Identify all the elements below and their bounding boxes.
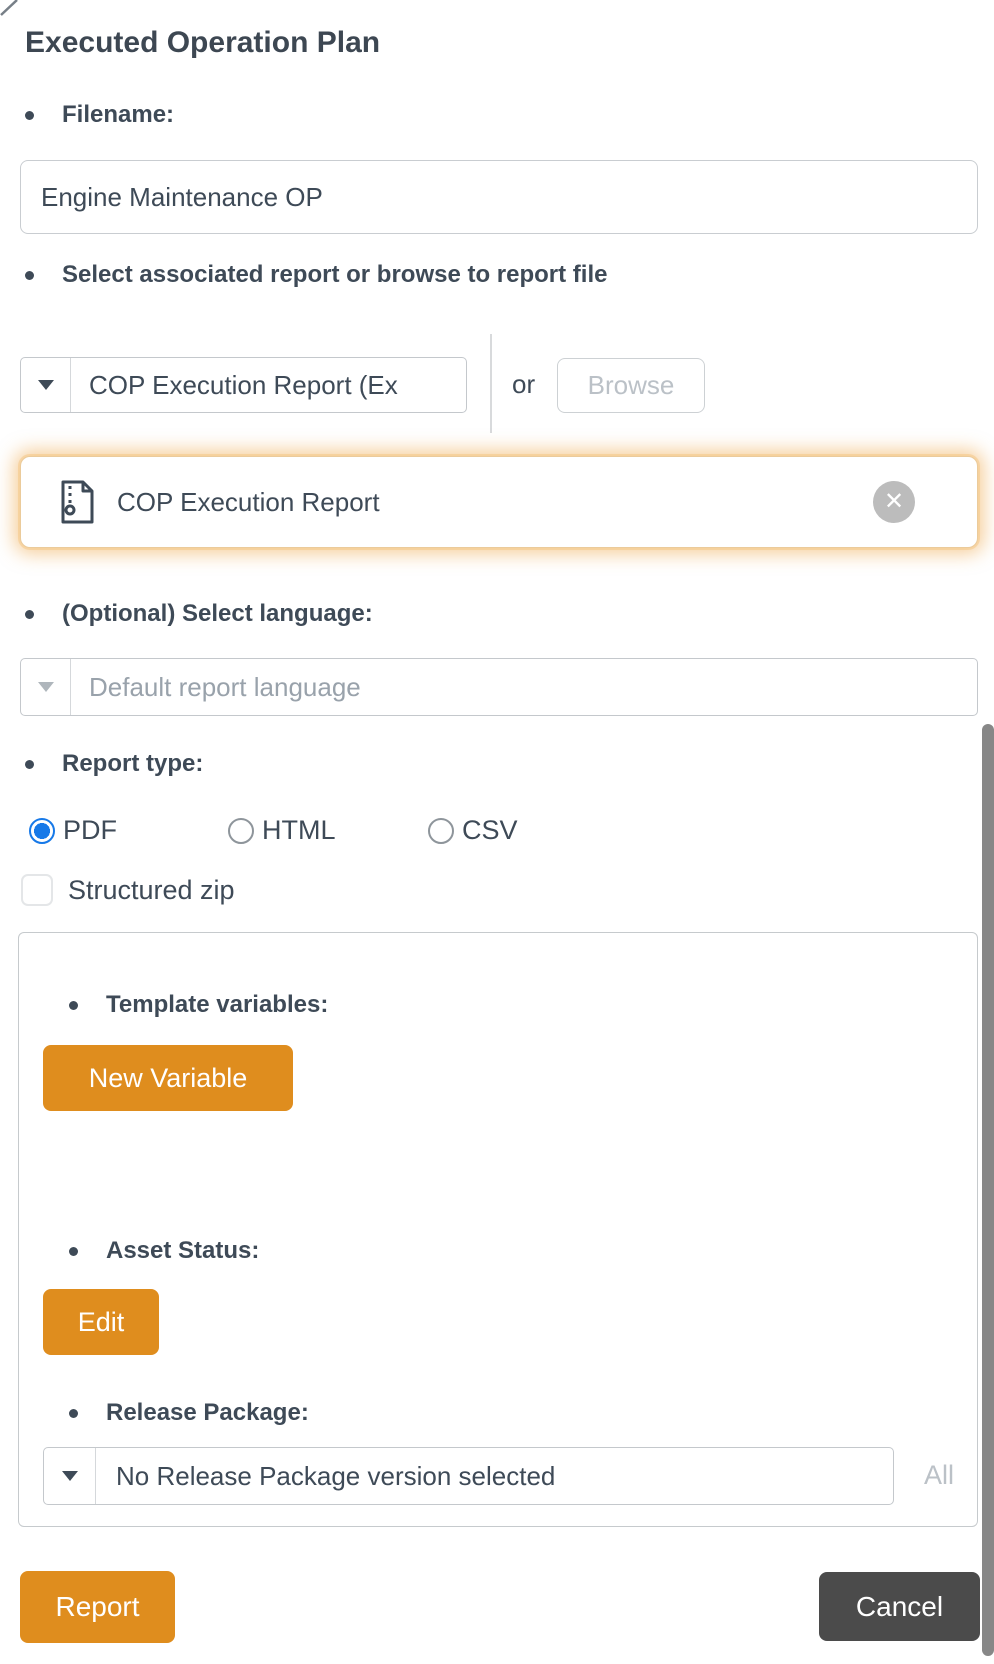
browse-button[interactable]: Browse bbox=[557, 358, 705, 413]
language-placeholder: Default report language bbox=[71, 659, 977, 715]
radio-csv[interactable]: CSV bbox=[428, 815, 518, 846]
triangle-down-glyph bbox=[62, 1471, 78, 1481]
page-title: Executed Operation Plan bbox=[25, 26, 380, 60]
radio-html[interactable]: HTML bbox=[228, 815, 336, 846]
bullet-icon bbox=[69, 1001, 78, 1010]
edit-asset-status-button[interactable]: Edit bbox=[43, 1289, 159, 1355]
associated-report-selected-value: COP Execution Report (Ex bbox=[71, 358, 466, 412]
report-type-label: Report type: bbox=[62, 750, 203, 778]
filename-input[interactable] bbox=[20, 160, 978, 234]
radio-pdf[interactable]: PDF bbox=[29, 815, 117, 846]
executed-operation-plan-dialog: Executed Operation Plan Filename: Select… bbox=[0, 0, 994, 1664]
bullet-icon bbox=[69, 1247, 78, 1256]
report-type-section-header: Report type: bbox=[25, 750, 203, 778]
release-package-label: Release Package: bbox=[106, 1399, 309, 1427]
radio-unselected-icon[interactable] bbox=[228, 818, 254, 844]
radio-selected-icon[interactable] bbox=[29, 818, 55, 844]
corner-artifact bbox=[0, 0, 20, 18]
language-section-header: (Optional) Select language: bbox=[25, 600, 373, 628]
release-package-all-toggle[interactable]: All bbox=[924, 1460, 954, 1491]
bullet-icon bbox=[25, 111, 34, 120]
or-label: or bbox=[512, 369, 535, 400]
zip-file-icon bbox=[59, 480, 95, 524]
asset-status-header: Asset Status: bbox=[69, 1237, 259, 1265]
triangle-down-glyph bbox=[38, 682, 54, 692]
structured-zip-label[interactable]: Structured zip bbox=[68, 875, 235, 906]
chevron-down-icon[interactable] bbox=[44, 1448, 96, 1504]
radio-html-label[interactable]: HTML bbox=[262, 815, 336, 846]
release-package-select[interactable]: No Release Package version selected bbox=[43, 1447, 894, 1505]
chevron-down-icon[interactable] bbox=[21, 358, 71, 412]
vertical-divider bbox=[490, 334, 492, 433]
radio-csv-label[interactable]: CSV bbox=[462, 815, 518, 846]
structured-zip-checkbox[interactable] bbox=[21, 874, 53, 906]
associated-report-select[interactable]: COP Execution Report (Ex bbox=[20, 357, 467, 413]
scrollbar-thumb[interactable] bbox=[982, 724, 994, 1656]
radio-pdf-label[interactable]: PDF bbox=[63, 815, 117, 846]
template-variables-label: Template variables: bbox=[106, 991, 328, 1019]
filename-section-header: Filename: bbox=[25, 101, 174, 129]
structured-zip-row: Structured zip bbox=[21, 874, 235, 906]
release-package-value: No Release Package version selected bbox=[96, 1448, 893, 1504]
release-package-header: Release Package: bbox=[69, 1399, 309, 1427]
bullet-icon bbox=[69, 1409, 78, 1418]
bullet-icon bbox=[25, 271, 34, 280]
language-label: (Optional) Select language: bbox=[62, 600, 373, 628]
new-variable-button[interactable]: New Variable bbox=[43, 1045, 293, 1111]
filename-label: Filename: bbox=[62, 101, 174, 129]
selected-report-chip: COP Execution Report ✕ bbox=[20, 456, 978, 548]
cancel-button[interactable]: Cancel bbox=[819, 1572, 980, 1641]
close-icon[interactable]: ✕ bbox=[873, 481, 915, 523]
radio-unselected-icon[interactable] bbox=[428, 818, 454, 844]
report-select-section-header: Select associated report or browse to re… bbox=[25, 261, 607, 289]
report-options-panel: Template variables: New Variable Asset S… bbox=[18, 932, 978, 1527]
bullet-icon bbox=[25, 760, 34, 769]
template-variables-header: Template variables: bbox=[69, 991, 328, 1019]
language-select[interactable]: Default report language bbox=[20, 658, 978, 716]
report-button[interactable]: Report bbox=[20, 1571, 175, 1643]
asset-status-label: Asset Status: bbox=[106, 1237, 259, 1265]
triangle-down-glyph bbox=[38, 380, 54, 390]
report-select-label: Select associated report or browse to re… bbox=[62, 261, 607, 289]
selected-report-name: COP Execution Report bbox=[117, 487, 873, 518]
bullet-icon bbox=[25, 610, 34, 619]
chevron-down-icon[interactable] bbox=[21, 659, 71, 715]
